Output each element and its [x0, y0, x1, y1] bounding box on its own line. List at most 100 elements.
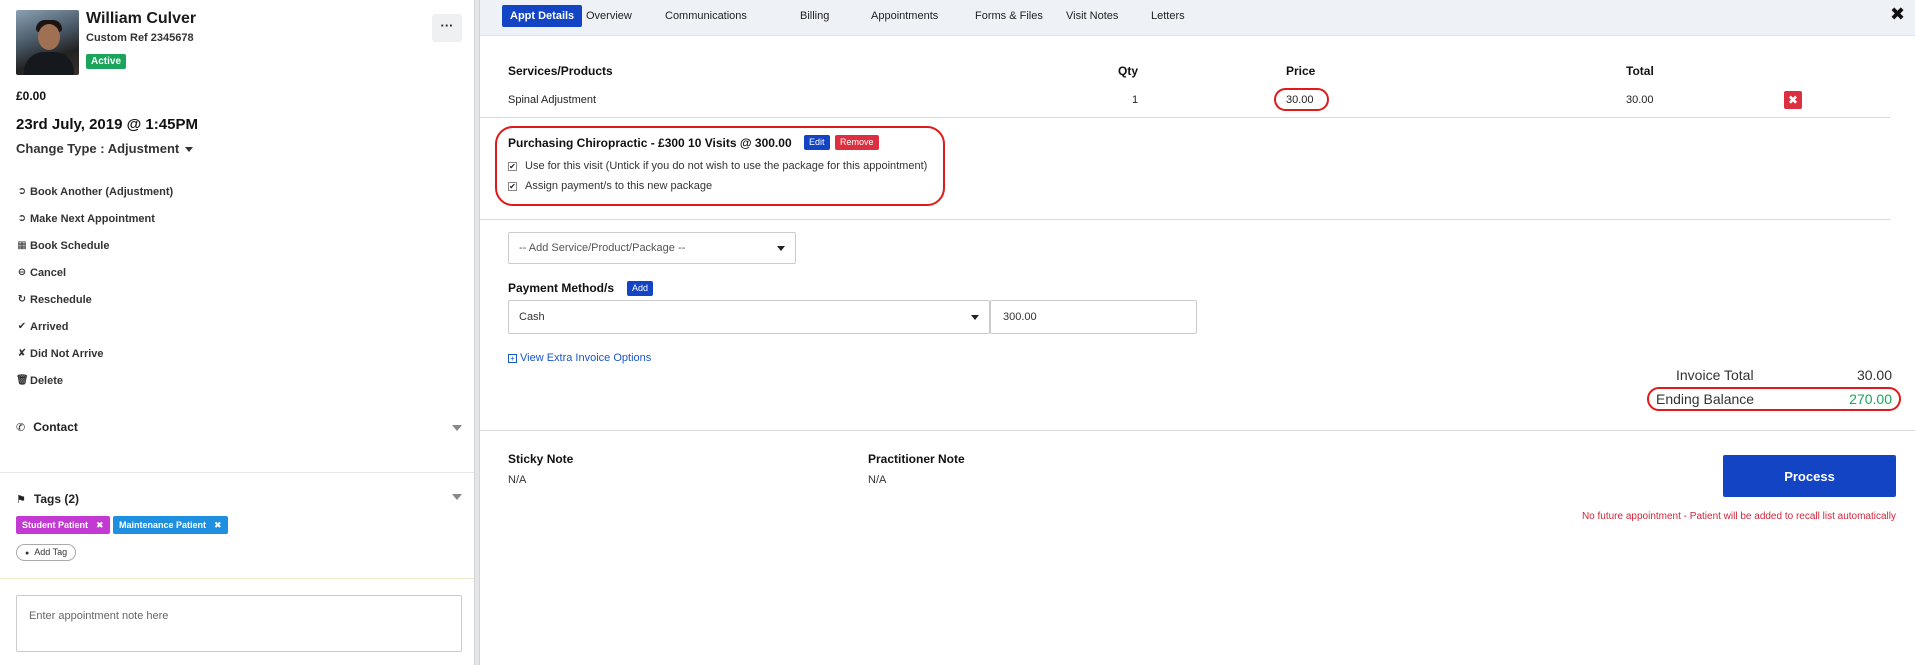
- patient-custom-ref: Custom Ref 2345678: [86, 32, 194, 44]
- section-divider: [0, 578, 474, 579]
- link-label: View Extra Invoice Options: [520, 352, 652, 364]
- action-cancel[interactable]: ⊖ Cancel: [16, 259, 316, 286]
- payment-amount-input[interactable]: 300.00: [990, 300, 1197, 334]
- view-extra-invoice-options-link[interactable]: + View Extra Invoice Options: [508, 352, 651, 364]
- action-label: Make Next Appointment: [30, 212, 155, 225]
- action-arrived[interactable]: ✔ Arrived: [16, 313, 316, 340]
- trash-icon: 🗑: [16, 375, 29, 386]
- change-type-dropdown[interactable]: Change Type : Adjustment: [16, 141, 194, 156]
- appointment-note-input[interactable]: [16, 595, 462, 652]
- refresh-icon: ↻: [17, 294, 27, 305]
- remove-tag-icon[interactable]: ✖: [96, 520, 104, 530]
- contact-label: Contact: [33, 420, 78, 434]
- total-column-header: Total: [1626, 64, 1654, 78]
- action-did-not-arrive[interactable]: ✘ Did Not Arrive: [16, 340, 316, 367]
- avatar-body: [24, 52, 74, 75]
- process-button[interactable]: Process: [1723, 455, 1896, 497]
- plus-square-icon: +: [508, 354, 517, 363]
- sticky-note-value[interactable]: N/A: [508, 474, 526, 486]
- annotation-highlight-ring: [495, 126, 945, 206]
- annotation-highlight-ring: [1274, 88, 1329, 111]
- patient-sidebar: William Culver Custom Ref 2345678 Active…: [0, 0, 474, 665]
- arrow-circle-icon: ➲: [17, 186, 27, 197]
- sticky-note-label: Sticky Note: [508, 452, 574, 466]
- tab-bar: Appt Details Overview Communications Bil…: [480, 0, 1915, 36]
- add-service-placeholder: -- Add Service/Product/Package --: [519, 242, 686, 254]
- avatar-face: [38, 24, 60, 50]
- chevron-down-icon[interactable]: [452, 494, 462, 500]
- section-divider: [480, 430, 1915, 431]
- close-icon[interactable]: ✖: [1890, 4, 1905, 25]
- invoice-total-value: 30.00: [1856, 367, 1892, 383]
- action-reschedule[interactable]: ↻ Reschedule: [16, 286, 316, 313]
- practitioner-note-label: Practitioner Note: [868, 452, 965, 466]
- caret-down-icon: [971, 315, 979, 320]
- practitioner-note-value[interactable]: N/A: [868, 474, 886, 486]
- recall-warning: No future appointment - Patient will be …: [1581, 511, 1896, 522]
- service-qty[interactable]: 1: [1132, 94, 1138, 106]
- change-type-label: Change Type : Adjustment: [16, 141, 180, 156]
- caret-down-icon: [777, 246, 785, 251]
- payment-method-select[interactable]: Cash: [508, 300, 990, 334]
- service-name: Spinal Adjustment: [508, 94, 597, 106]
- status-badge: Active: [86, 54, 127, 69]
- appointment-detail-panel: Appt Details Overview Communications Bil…: [480, 0, 1915, 665]
- appointment-actions: ➲ Book Another (Adjustment) ➲ Make Next Ap…: [16, 178, 316, 394]
- user-times-icon: ✘: [17, 348, 27, 359]
- row-divider: [480, 219, 1890, 220]
- patient-balance: £0.00: [16, 89, 47, 103]
- tab-letters[interactable]: Letters: [1143, 5, 1193, 27]
- minus-circle-icon: ⊖: [17, 267, 27, 278]
- action-label: Book Schedule: [30, 239, 110, 252]
- tab-overview[interactable]: Overview: [578, 5, 640, 27]
- tag-label: Student Patient: [22, 520, 89, 530]
- add-tag-label: Add Tag: [34, 547, 68, 557]
- remove-tag-icon[interactable]: ✖: [214, 520, 222, 530]
- app-window: William Culver Custom Ref 2345678 Active…: [0, 0, 1915, 665]
- services-column-header: Services/Products: [508, 64, 613, 78]
- add-tag-button[interactable]: ● Add Tag: [16, 544, 77, 561]
- tab-communications[interactable]: Communications: [657, 5, 755, 27]
- contact-section-toggle[interactable]: ✆ Contact: [16, 420, 78, 434]
- row-divider: [480, 117, 1890, 118]
- avatar: [16, 10, 79, 75]
- invoice-total-label: Invoice Total: [1676, 367, 1754, 383]
- tag-student-patient: Student Patient ✖: [16, 516, 110, 534]
- phone-icon: ✆: [16, 422, 26, 434]
- action-label: Book Another (Adjustment): [30, 185, 174, 198]
- delete-line-button[interactable]: ✖: [1784, 91, 1802, 109]
- tab-appointments[interactable]: Appointments: [863, 5, 946, 27]
- action-book-another[interactable]: ➲ Book Another (Adjustment): [16, 178, 316, 205]
- more-options-button[interactable]: ···: [432, 14, 462, 42]
- tags-section-toggle[interactable]: ⚑ Tags (2): [16, 492, 79, 506]
- chevron-down-icon[interactable]: [452, 425, 462, 431]
- section-divider: [0, 472, 474, 473]
- action-label: Reschedule: [30, 293, 92, 306]
- tags-icon: ⚑: [16, 494, 26, 506]
- tab-visit-notes[interactable]: Visit Notes: [1058, 5, 1126, 27]
- add-payment-button[interactable]: Add: [627, 281, 654, 296]
- action-label: Did Not Arrive: [30, 347, 104, 360]
- tag-maintenance-patient: Maintenance Patient ✖: [113, 516, 228, 534]
- tab-appt-details[interactable]: Appt Details: [502, 5, 583, 27]
- price-column-header: Price: [1286, 64, 1316, 78]
- service-total: 30.00: [1626, 94, 1654, 106]
- arrow-circle-icon: ➲: [17, 213, 27, 224]
- annotation-highlight-ring: [1647, 387, 1901, 411]
- calendar-icon: ▦: [17, 240, 27, 251]
- tab-billing[interactable]: Billing: [792, 5, 837, 27]
- payment-method-label: Payment Method/s: [508, 281, 615, 295]
- caret-down-icon: [185, 147, 194, 153]
- action-delete[interactable]: 🗑 Delete: [16, 367, 316, 394]
- appointment-datetime: 23rd July, 2019 @ 1:45PM: [16, 116, 198, 133]
- qty-column-header: Qty: [1118, 64, 1139, 78]
- payment-method-value: Cash: [519, 311, 545, 323]
- action-label: Cancel: [30, 266, 67, 279]
- action-make-next-appointment[interactable]: ➲ Make Next Appointment: [16, 205, 316, 232]
- add-service-select[interactable]: -- Add Service/Product/Package --: [508, 232, 796, 264]
- action-label: Arrived: [30, 320, 69, 333]
- patient-name[interactable]: William Culver: [86, 10, 196, 28]
- action-book-schedule[interactable]: ▦ Book Schedule: [16, 232, 316, 259]
- tag-label: Maintenance Patient: [119, 520, 207, 530]
- tab-forms-files[interactable]: Forms & Files: [967, 5, 1051, 27]
